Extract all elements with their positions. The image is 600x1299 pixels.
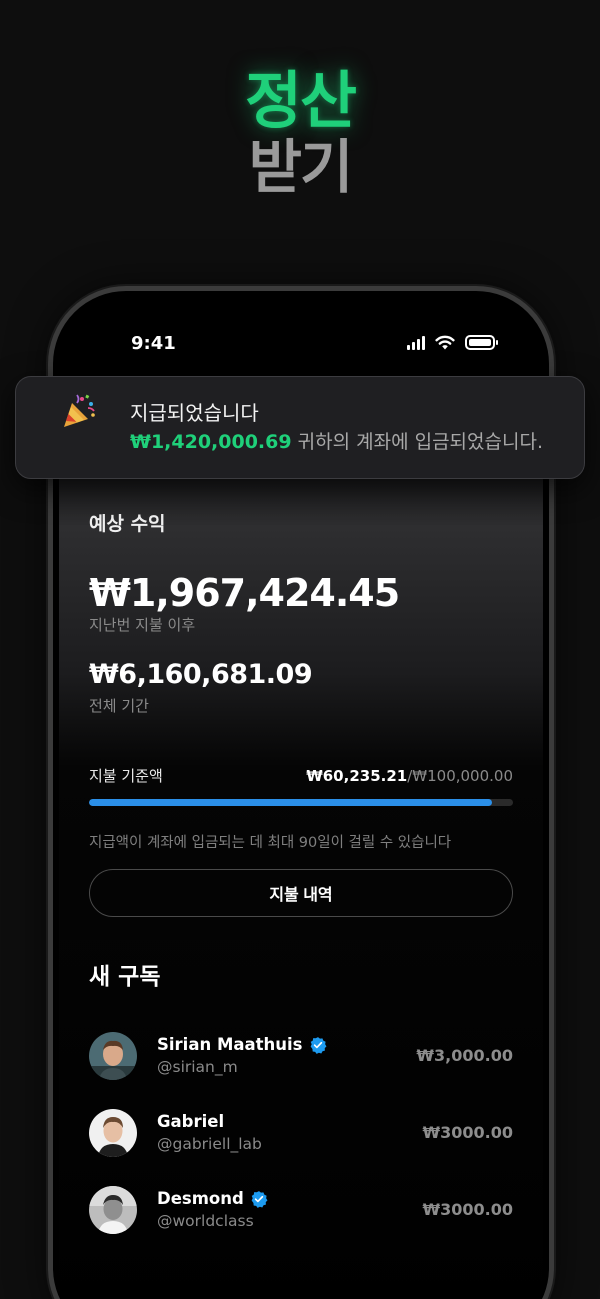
subscription-list: Sirian Maathuis @sirian_m ₩3,000.00 Gabr… [89,1017,513,1248]
threshold-current: ₩60,235.21 [306,766,408,785]
status-bar: 9:41 [59,333,543,357]
payout-progress-fill [89,799,492,806]
subscriber-name: Desmond [157,1189,244,1208]
payout-progress-bar [89,799,513,806]
payout-threshold-row: 지불 기준액 ₩60,235.21/₩100,000.00 [89,765,513,786]
subscription-item[interactable]: Gabriel @gabriell_lab ₩3000.00 [89,1094,513,1171]
avatar [89,1031,137,1080]
avatar [89,1108,137,1157]
subscription-text: Sirian Maathuis @sirian_m [157,1035,416,1076]
payout-notification[interactable]: 지급되었습니다 ₩1,420,000.69 귀하의 계좌에 입금되었습니다. [15,376,585,479]
hero-title: 정산 받기 [0,64,600,201]
avatar [89,1185,137,1234]
status-icons [407,335,498,350]
subscriber-name: Gabriel [157,1112,225,1131]
party-popper-icon [64,394,95,427]
subscriber-handle: @worldclass [157,1212,254,1230]
battery-icon [465,335,498,350]
status-time: 9:41 [131,333,176,354]
notification-title: 지급되었습니다 [130,401,259,425]
notification-body: ₩1,420,000.69 귀하의 계좌에 입금되었습니다. [130,427,543,454]
new-subscriptions-title: 새 구독 [89,964,161,990]
subscriber-handle: @gabriell_lab [157,1135,262,1153]
since-last-payout-amount: ₩1,967,424.45 [89,571,400,615]
payout-history-button[interactable]: 지불 내역 [89,869,513,917]
verified-badge-icon [310,1036,326,1054]
threshold-max: ₩100,000.00 [412,766,513,785]
all-time-amount: ₩6,160,681.09 [89,659,313,690]
subscriber-handle: @sirian_m [157,1058,238,1076]
wifi-icon [435,335,455,350]
payout-threshold-label: 지불 기준액 [89,767,163,785]
payout-note: 지급액이 계좌에 입금되는 데 최대 90일이 걸릴 수 있습니다 [89,835,452,851]
subscription-item[interactable]: Sirian Maathuis @sirian_m ₩3,000.00 [89,1017,513,1094]
hero-title-line1: 정산 [244,64,357,137]
since-last-payout-caption: 지난번 지불 이후 [89,616,196,634]
hero-title-line2: 받기 [248,133,354,201]
notification-amount: ₩1,420,000.69 [130,431,292,453]
subscriber-name: Sirian Maathuis [157,1035,303,1054]
signal-icon [407,335,425,350]
notification-message: 귀하의 계좌에 입금되었습니다. [291,431,543,453]
payout-threshold-values: ₩60,235.21/₩100,000.00 [306,767,513,785]
subscription-item[interactable]: Desmond @worldclass ₩3000.00 [89,1171,513,1248]
verified-badge-icon [251,1190,268,1208]
subscription-amount: ₩3000.00 [422,1200,513,1219]
subscription-text: Gabriel @gabriell_lab [157,1112,422,1153]
all-time-caption: 전체 기간 [89,697,149,715]
subscription-amount: ₩3,000.00 [416,1046,513,1065]
subscription-text: Desmond @worldclass [157,1189,422,1230]
subscription-amount: ₩3000.00 [422,1123,513,1142]
estimated-earnings-label: 예상 수익 [89,513,166,535]
